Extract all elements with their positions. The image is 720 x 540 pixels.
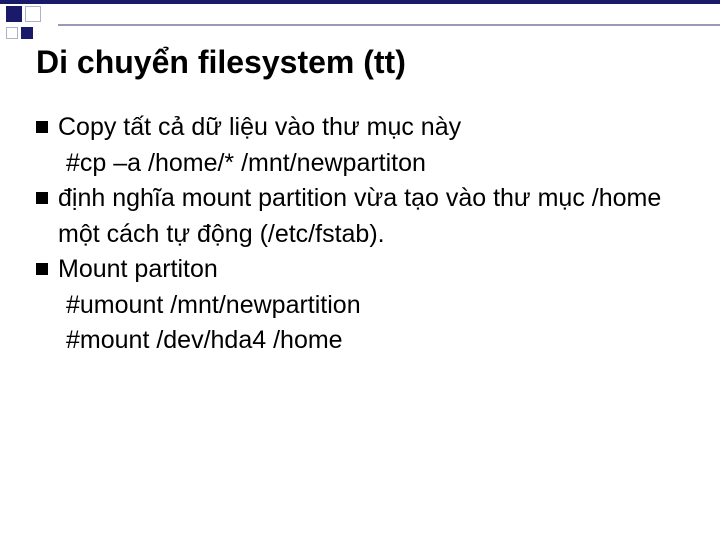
square-icon [25, 6, 41, 22]
list-item: định nghĩa mount partition vừa tạo vào t… [36, 181, 690, 252]
header-rule [58, 24, 720, 26]
bullet-icon [36, 121, 48, 133]
square-icon [21, 27, 33, 39]
list-subline: #cp –a /home/* /mnt/newpartiton [36, 146, 690, 182]
square-icon [6, 27, 18, 39]
slide-corner-decoration [6, 6, 54, 39]
bullet-icon [36, 263, 48, 275]
list-item: Mount partiton [36, 252, 690, 288]
list-subline: #umount /mnt/newpartition [36, 288, 690, 324]
list-item-text: Copy tất cả dữ liệu vào thư mục này [58, 110, 690, 146]
list-subline: #mount /dev/hda4 /home [36, 323, 690, 359]
slide-body: Copy tất cả dữ liệu vào thư mục này #cp … [36, 110, 690, 359]
list-item-text: định nghĩa mount partition vừa tạo vào t… [58, 181, 690, 252]
list-item-text: Mount partiton [58, 252, 690, 288]
list-item: Copy tất cả dữ liệu vào thư mục này [36, 110, 690, 146]
slide-title: Di chuyển filesystem (tt) [36, 44, 406, 81]
slide-header-strip [0, 0, 720, 22]
square-icon [6, 6, 22, 22]
bullet-icon [36, 192, 48, 204]
